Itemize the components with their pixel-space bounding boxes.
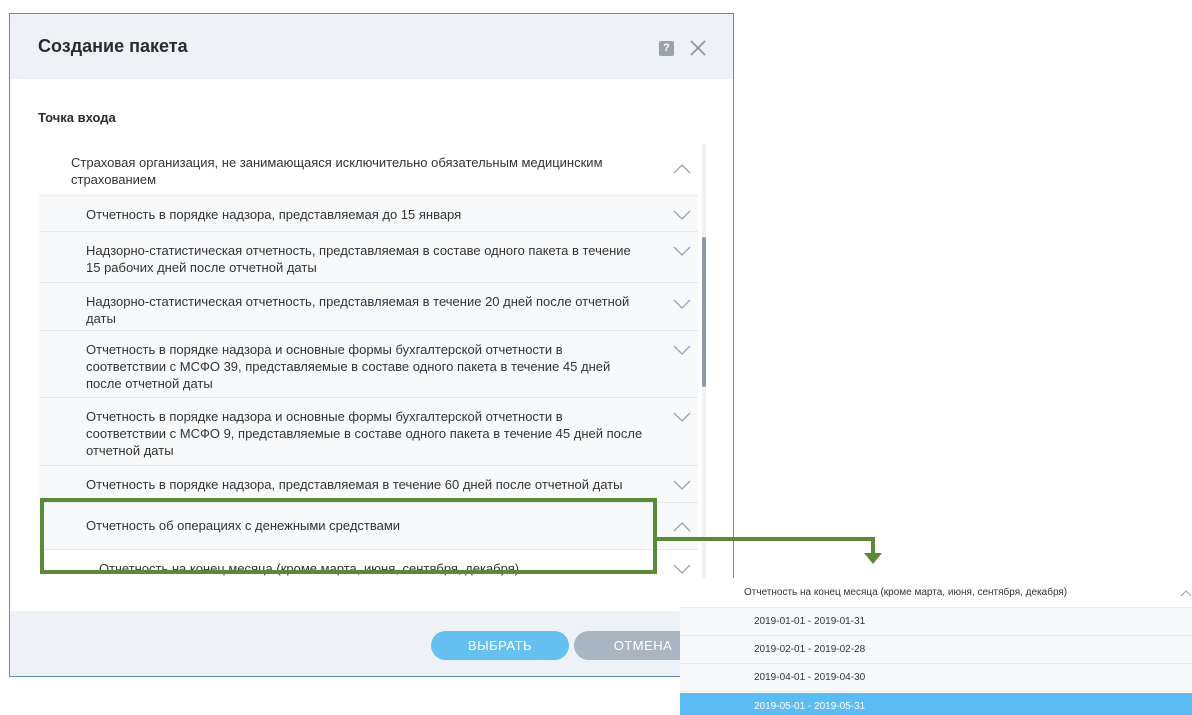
connector-line bbox=[657, 537, 875, 541]
chevron-down-icon[interactable] bbox=[673, 412, 691, 422]
close-icon[interactable] bbox=[688, 38, 708, 58]
chevron-down-icon[interactable] bbox=[673, 564, 691, 574]
period-label: 2019-05-01 - 2019-05-31 bbox=[754, 701, 866, 712]
scrollbar-thumb[interactable] bbox=[702, 237, 706, 387]
tree-item-label: Отчетность в порядке надзора, представля… bbox=[86, 477, 623, 492]
select-button[interactable]: ВЫБРАТЬ bbox=[431, 631, 569, 660]
tree-item[interactable]: Отчетность в порядке надзора и основные … bbox=[39, 331, 698, 398]
arrow-down-icon bbox=[864, 553, 882, 564]
tree-item[interactable]: Надзорно-статистическая отчетность, пред… bbox=[39, 283, 698, 331]
period-label: 2019-01-01 - 2019-01-31 bbox=[754, 616, 866, 627]
tree-item-label: Надзорно-статистическая отчетность, пред… bbox=[86, 243, 631, 275]
highlight-box bbox=[40, 498, 657, 574]
chevron-up-icon[interactable] bbox=[673, 164, 691, 174]
period-group-header[interactable]: Отчетность на конец месяца (кроме марта,… bbox=[680, 578, 1192, 608]
period-group-label: Отчетность на конец месяца (кроме марта,… bbox=[744, 587, 1068, 598]
help-icon[interactable]: ? bbox=[659, 41, 674, 56]
connector-line bbox=[871, 537, 875, 553]
zoomed-period-list: Отчетность на конец месяца (кроме марта,… bbox=[680, 578, 1192, 715]
chevron-up-icon[interactable] bbox=[1180, 590, 1192, 597]
period-item[interactable]: 2019-02-01 - 2019-02-28 bbox=[680, 636, 1192, 664]
tree-item[interactable]: Отчетность в порядке надзора, представля… bbox=[39, 196, 698, 232]
tree-item[interactable]: Отчетность в порядке надзора и основные … bbox=[39, 398, 698, 466]
period-label: 2019-04-01 - 2019-04-30 bbox=[754, 672, 866, 683]
period-item-selected[interactable]: 2019-05-01 - 2019-05-31 bbox=[680, 693, 1192, 715]
tree-item-label: Отчетность в порядке надзора и основные … bbox=[86, 342, 611, 391]
chevron-down-icon[interactable] bbox=[673, 210, 691, 220]
dialog-footer: ВЫБРАТЬ ОТМЕНА bbox=[10, 611, 733, 676]
tree-item-label: Надзорно-статистическая отчетность, пред… bbox=[86, 294, 630, 326]
period-item[interactable]: 2019-04-01 - 2019-04-30 bbox=[680, 664, 1192, 692]
tree-item-label: Отчетность в порядке надзора и основные … bbox=[86, 409, 643, 458]
create-package-dialog: Создание пакета ? Точка входа Страховая … bbox=[9, 13, 734, 677]
period-item[interactable]: 2019-01-01 - 2019-01-31 bbox=[680, 608, 1192, 636]
tree-item-label: Отчетность в порядке надзора, представля… bbox=[86, 207, 462, 222]
chevron-down-icon[interactable] bbox=[673, 299, 691, 309]
dialog-title: Создание пакета bbox=[38, 36, 188, 56]
chevron-down-icon[interactable] bbox=[673, 480, 691, 490]
chevron-up-icon[interactable] bbox=[673, 522, 691, 532]
period-label: 2019-02-01 - 2019-02-28 bbox=[754, 644, 866, 655]
entry-point-label: Точка входа bbox=[38, 110, 116, 125]
chevron-down-icon[interactable] bbox=[673, 246, 691, 256]
dialog-header: Создание пакета ? bbox=[10, 14, 733, 79]
tree-item-label: Страховая организация, не занимающаяся и… bbox=[71, 155, 603, 187]
tree-item[interactable]: Надзорно-статистическая отчетность, пред… bbox=[39, 232, 698, 283]
chevron-down-icon[interactable] bbox=[673, 345, 691, 355]
tree-item[interactable]: Страховая организация, не занимающаяся и… bbox=[39, 144, 698, 196]
